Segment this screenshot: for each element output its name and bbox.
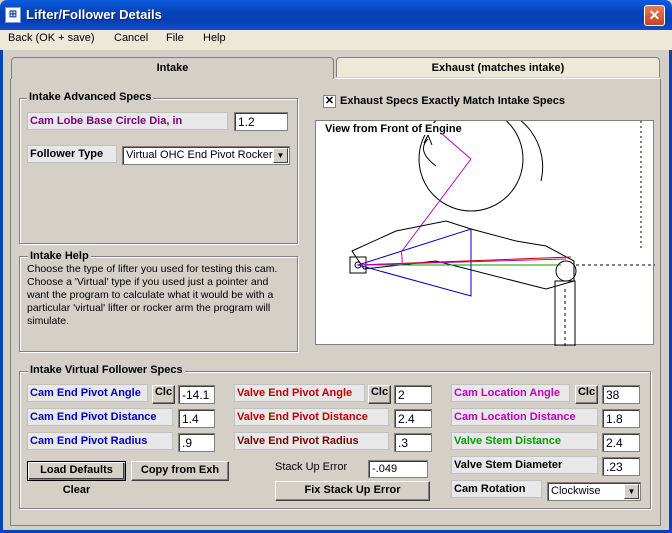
cam-end-pivot-distance-label: Cam End Pivot Distance [27,408,173,426]
valve-stem-diameter-label: Valve Stem Diameter [451,456,598,474]
help-text: Choose the type of lifter you used for t… [27,263,278,327]
virtual-specs-title: Intake Virtual Follower Specs [28,364,185,376]
valve-end-pivot-angle-label: Valve End Pivot Angle [234,384,365,402]
cam-end-pivot-radius-input[interactable]: .9 [178,433,215,452]
valve-end-pivot-distance-input[interactable]: 2.4 [394,409,432,428]
cam-end-pivot-angle-input[interactable]: -14.1 [178,385,215,404]
cam-rotation-select[interactable]: Clockwise ▼ [547,482,641,501]
cam-end-pivot-angle-label: Cam End Pivot Angle [27,384,148,402]
cam-rotation-label: Cam Rotation [451,480,542,498]
follower-type-select[interactable]: Virtual OHC End Pivot Rocker ▼ [122,146,290,165]
load-defaults-button[interactable]: Load Defaults [27,461,126,481]
valve-end-pivot-radius-input[interactable]: .3 [394,433,432,452]
valve-end-circle [555,260,577,282]
match-intake-checkbox[interactable]: ✕ [323,95,336,108]
valve-stem-diameter-input[interactable]: .23 [602,457,640,476]
valve-stem-distance-input[interactable]: 2.4 [602,433,640,452]
fix-stack-up-error-button[interactable]: Fix Stack Up Error [275,481,430,501]
advanced-specs-title: Intake Advanced Specs [27,91,154,103]
cam-end-pivot-angle-calc-button[interactable]: Clc [152,385,175,404]
valve-stem-distance-label: Valve Stem Distance [451,432,598,450]
diagram-caption: View from Front of Engine [325,123,462,135]
cam-location-line-2 [401,158,472,252]
cam-location-line [440,132,472,160]
valve-end-pivot-angle-calc-button[interactable]: Clc [368,385,391,404]
cam-location-distance-input[interactable]: 1.8 [602,409,640,428]
copy-from-exh-button[interactable]: Copy from Exh [131,461,229,481]
engine-diagram [315,106,655,347]
chevron-down-icon[interactable]: ▼ [624,484,639,499]
base-circle-input[interactable]: 1.2 [234,112,288,131]
cam-location-angle-calc-button[interactable]: Clc [575,385,598,404]
menu-bar [0,30,672,50]
help-title: Intake Help [28,250,91,262]
follower-type-label: Follower Type [27,145,117,163]
tab-exhaust[interactable]: Exhaust (matches intake) [336,57,660,77]
menu-help[interactable]: Help [203,32,226,44]
rotation-arrow [423,138,437,167]
follower-type-value: Virtual OHC End Pivot Rocker [126,149,273,161]
base-circle-label: Cam Lobe Base Circle Dia, in [27,112,228,130]
valve-end-pivot-radius-label: Valve End Pivot Radius [234,432,389,450]
tab-intake[interactable]: Intake [11,57,334,79]
window-title: Lifter/Follower Details [26,7,162,22]
clear-button[interactable]: Clear [27,482,126,500]
cam-end-pivot-distance-input[interactable]: 1.4 [178,409,215,428]
close-button[interactable]: ✕ [644,5,665,26]
chevron-down-icon[interactable]: ▼ [273,148,288,163]
stack-up-error-value: -.049 [368,460,428,478]
menu-file[interactable]: File [166,32,184,44]
menu-back-ok-save[interactable]: Back (OK + save) [8,32,95,44]
stack-up-error-label: Stack Up Error [275,461,348,473]
valve-end-pivot-angle-input[interactable]: 2 [394,385,432,404]
match-intake-label[interactable]: Exhaust Specs Exactly Match Intake Specs [340,95,565,107]
valve-end-pivot-distance-label: Valve End Pivot Distance [234,408,389,426]
valve-pivot-line [357,258,567,266]
cam-location-distance-label: Cam Location Distance [451,408,598,426]
cam-location-angle-label: Cam Location Angle [451,384,570,402]
app-icon[interactable]: ⊞ [5,7,21,23]
cam-end-pivot-radius-label: Cam End Pivot Radius [27,432,173,450]
engine-diagram-svg [349,106,655,347]
cam-rotation-value: Clockwise [551,485,601,497]
cam-location-angle-input[interactable]: 38 [602,385,640,404]
menu-cancel[interactable]: Cancel [114,32,148,44]
